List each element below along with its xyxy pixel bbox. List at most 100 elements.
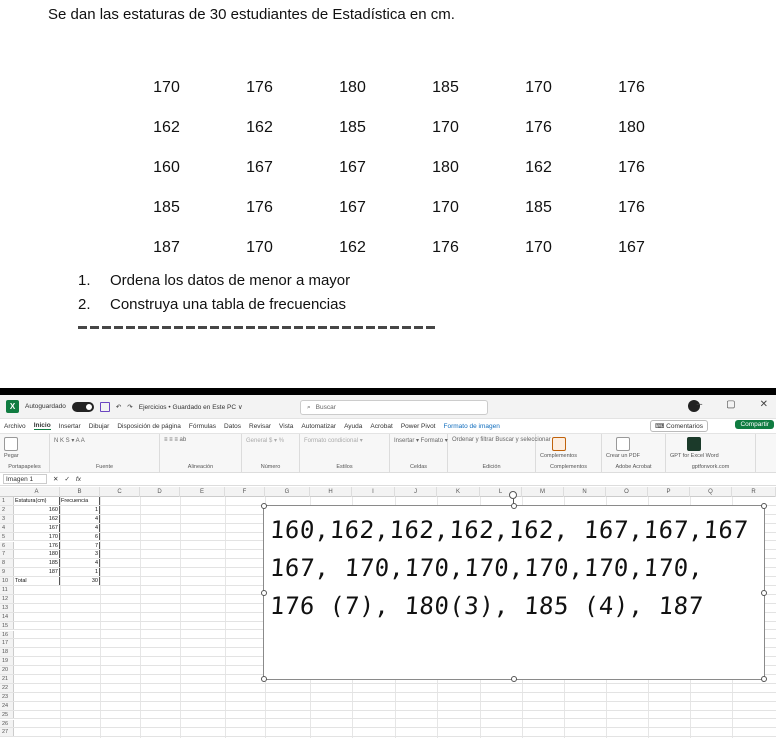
column-header-k[interactable]: K <box>437 487 480 497</box>
column-header-q[interactable]: Q <box>690 487 732 497</box>
menu-item-automatizar[interactable]: Automatizar <box>301 423 336 430</box>
ribbon-group-controls[interactable]: Ordenar y filtrar Buscar y seleccionar <box>452 437 551 443</box>
cell[interactable]: 3 <box>60 550 100 559</box>
cell[interactable]: Total <box>14 577 60 585</box>
row-header[interactable]: 16 <box>0 630 14 639</box>
ribbon-big-button[interactable]: Complementos <box>540 437 577 459</box>
redo-icon[interactable]: ↷ <box>127 403 132 411</box>
row-header[interactable]: 23 <box>0 692 14 701</box>
autosave-toggle[interactable] <box>71 401 94 412</box>
cell[interactable]: 1 <box>60 505 100 514</box>
ribbon-group-controls[interactable]: Crear un PDF <box>606 437 661 459</box>
rotate-handle[interactable] <box>509 491 517 499</box>
maximize-button[interactable]: ▢ <box>726 399 735 410</box>
column-header-f[interactable]: F <box>225 487 265 497</box>
ribbon-group-controls[interactable]: ≡ ≡ ≡ ab <box>164 437 237 443</box>
row-header[interactable]: 10 <box>0 577 14 585</box>
ribbon-group-controls[interactable]: Complementos <box>540 437 597 459</box>
resize-handle-n[interactable] <box>511 503 517 509</box>
cell[interactable]: 167 <box>14 523 60 532</box>
menu-item-archivo[interactable]: Archivo <box>4 423 26 430</box>
row-header[interactable]: 25 <box>0 710 14 719</box>
menu-item-disposici-n-de-p-gina[interactable]: Disposición de página <box>117 423 181 430</box>
ribbon-group-controls[interactable]: Formato condicional ▾ <box>304 437 385 444</box>
row-header[interactable]: 2 <box>0 505 14 514</box>
menu-item-formato-de-imagen[interactable]: Formato de imagen <box>444 423 500 430</box>
cell[interactable]: 162 <box>14 514 60 523</box>
resize-handle-s[interactable] <box>511 676 517 682</box>
cell[interactable]: 6 <box>60 532 100 541</box>
column-header-e[interactable]: E <box>180 487 225 497</box>
row-header[interactable]: 5 <box>0 532 14 541</box>
ribbon-group-controls[interactable]: Pegar <box>4 437 45 459</box>
resize-handle-se[interactable] <box>761 676 767 682</box>
row-header[interactable]: 26 <box>0 719 14 728</box>
ribbon-group-controls[interactable]: General $ ▾ % <box>246 437 295 444</box>
column-header-j[interactable]: J <box>395 487 437 497</box>
search-input[interactable]: ⌕ Buscar <box>300 400 488 415</box>
ribbon-group-controls[interactable]: N K S ▾ A A <box>54 437 155 444</box>
cell[interactable]: 7 <box>60 541 100 550</box>
row-header[interactable]: 3 <box>0 514 14 523</box>
column-header-p[interactable]: P <box>648 487 690 497</box>
inserted-image[interactable]: 160,162,162,162,162, 167,167,167 167, 17… <box>261 491 767 682</box>
confirm-icon[interactable]: ✓ <box>64 475 69 483</box>
ribbon-big-button[interactable]: GPT for Excel Word <box>670 437 719 459</box>
row-header[interactable]: 14 <box>0 612 14 621</box>
column-header-g[interactable]: G <box>265 487 310 497</box>
row-header[interactable]: 9 <box>0 568 14 577</box>
cell[interactable]: 185 <box>14 559 60 568</box>
column-header-n[interactable]: N <box>564 487 606 497</box>
menu-item-insertar[interactable]: Insertar <box>59 423 81 430</box>
ribbon-group-controls[interactable]: Insertar ▾ Formato ▾ <box>394 437 448 444</box>
ribbon-big-button[interactable]: Pegar <box>4 437 19 459</box>
close-button[interactable]: ✕ <box>760 399 768 410</box>
cell[interactable]: 170 <box>14 532 60 541</box>
row-header[interactable]: 12 <box>0 594 14 603</box>
menu-item-power-pivot[interactable]: Power Pivot <box>401 423 436 430</box>
column-header-a[interactable]: A <box>14 487 60 497</box>
menu-item-acrobat[interactable]: Acrobat <box>370 423 392 430</box>
menu-item-vista[interactable]: Vista <box>279 423 293 430</box>
ribbon-big-button[interactable]: Crear un PDF <box>606 437 640 459</box>
cell[interactable]: 180 <box>14 550 60 559</box>
cell[interactable]: 4 <box>60 523 100 532</box>
save-icon[interactable] <box>99 401 110 412</box>
column-header-d[interactable]: D <box>140 487 180 497</box>
cell[interactable]: 160 <box>14 505 60 514</box>
row-header[interactable]: 27 <box>0 728 14 737</box>
row-header[interactable]: 7 <box>0 550 14 559</box>
row-header[interactable]: 6 <box>0 541 14 550</box>
column-header-r[interactable]: R <box>732 487 776 497</box>
resize-handle-ne[interactable] <box>761 503 767 509</box>
comments-button[interactable]: ⌨ Comentarios <box>649 420 708 432</box>
share-button[interactable]: Compartir <box>735 420 774 429</box>
row-header[interactable]: 22 <box>0 683 14 692</box>
cell[interactable]: 4 <box>60 514 100 523</box>
cell[interactable]: 187 <box>14 568 60 577</box>
column-header-o[interactable]: O <box>606 487 648 497</box>
cell[interactable]: 1 <box>60 568 100 577</box>
menu-item-ayuda[interactable]: Ayuda <box>344 423 362 430</box>
name-box[interactable]: Imagen 1 <box>3 474 47 484</box>
cell[interactable]: 30 <box>60 577 100 585</box>
menu-item-dibujar[interactable]: Dibujar <box>89 423 110 430</box>
resize-handle-nw[interactable] <box>261 503 267 509</box>
minimize-button[interactable]: – <box>697 399 703 410</box>
cell[interactable]: Frecuencia <box>60 497 100 505</box>
cell[interactable]: 4 <box>60 559 100 568</box>
row-header[interactable]: 20 <box>0 666 14 674</box>
column-header-b[interactable]: B <box>60 487 100 497</box>
cell[interactable]: Estatura(cm) <box>14 497 60 505</box>
column-header-m[interactable]: M <box>522 487 564 497</box>
row-header[interactable]: 11 <box>0 586 14 594</box>
cell[interactable]: 176 <box>14 541 60 550</box>
menu-item-inicio[interactable]: Inicio <box>33 422 51 430</box>
column-header-h[interactable]: H <box>310 487 352 497</box>
undo-icon[interactable]: ↶ <box>116 403 121 411</box>
file-title[interactable]: Ejercicios • Guardado en Este PC ∨ <box>139 403 243 411</box>
column-header-c[interactable]: C <box>100 487 140 497</box>
row-header[interactable]: 13 <box>0 603 14 612</box>
row-header[interactable]: 17 <box>0 639 14 648</box>
row-header[interactable]: 15 <box>0 621 14 630</box>
